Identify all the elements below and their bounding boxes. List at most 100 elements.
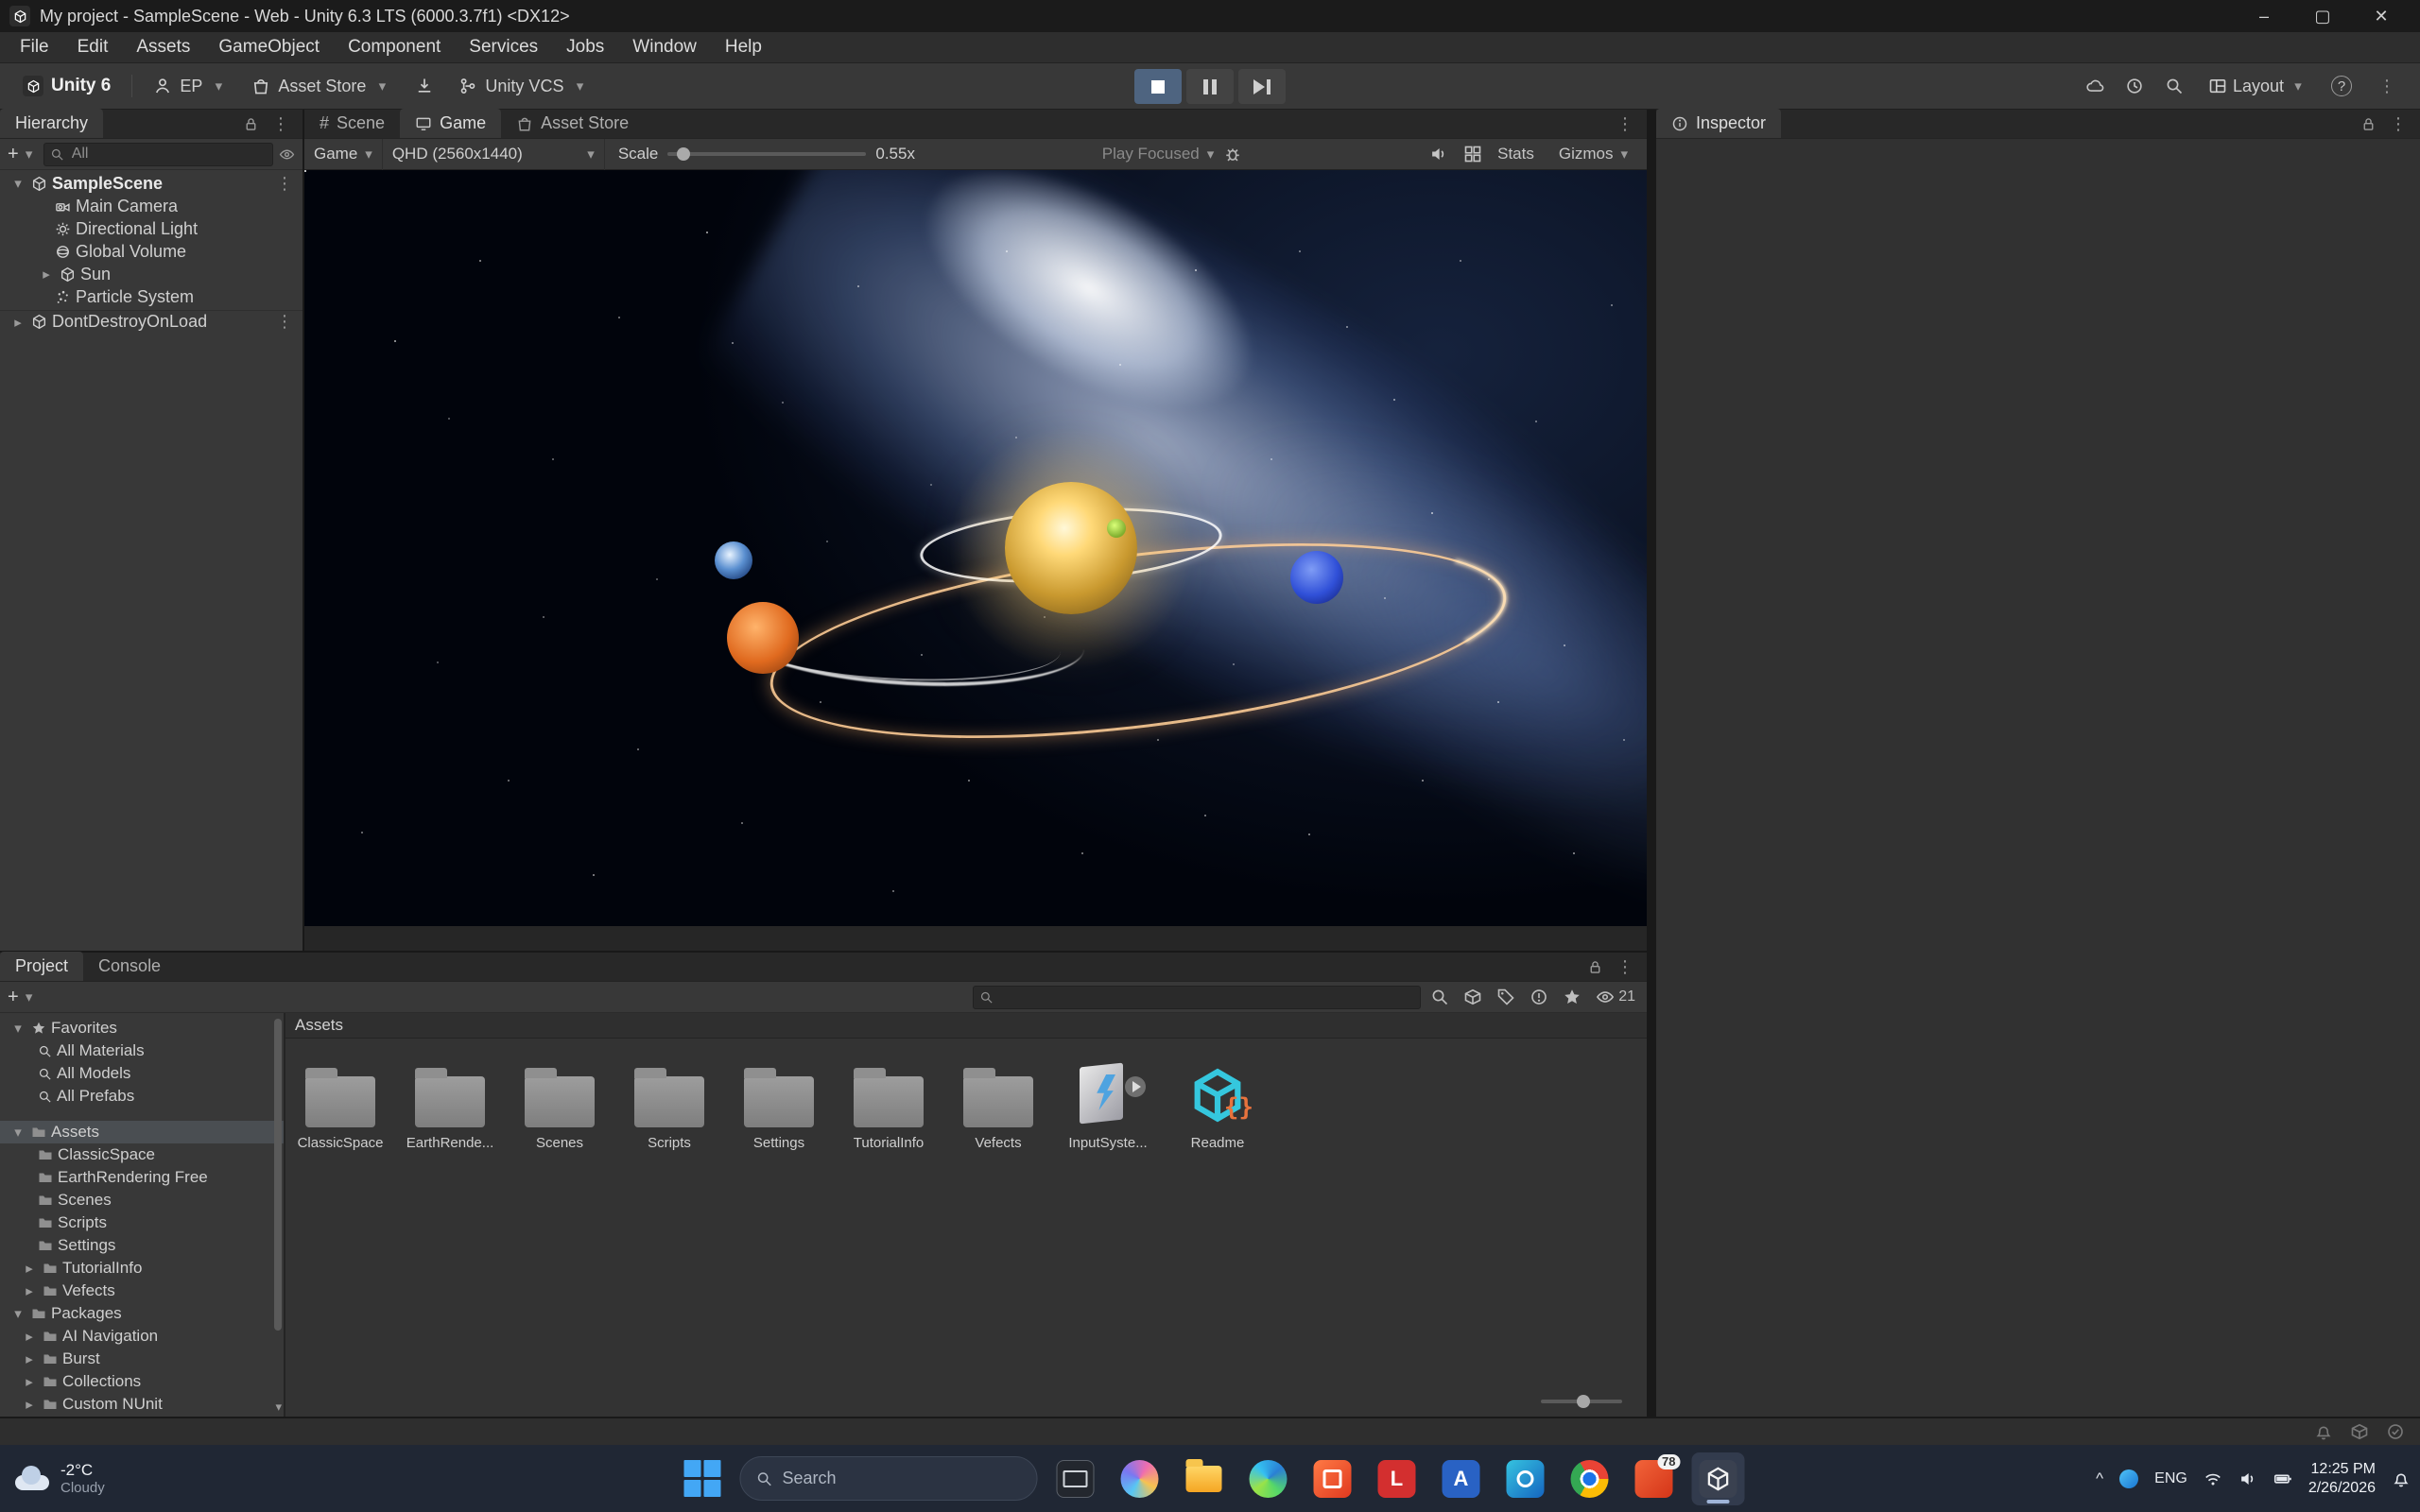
menu-jobs[interactable]: Jobs [552,32,618,62]
tree-package-ai-navigation[interactable]: ▸ AI Navigation [0,1325,284,1348]
menu-assets[interactable]: Assets [122,32,204,62]
alert-icon[interactable] [1530,988,1548,1006]
play-focused-dropdown[interactable]: Play Focused▾ [1093,139,1224,170]
asset-folder-tutorialinfo[interactable]: TutorialInfo [851,1063,926,1151]
tree-package-burst[interactable]: ▸ Burst [0,1348,284,1370]
hierarchy-item-particle-system[interactable]: Particle System [0,285,302,308]
project-add-button[interactable]: +▾ [8,987,38,1008]
language-indicator[interactable]: ENG [2154,1470,2187,1487]
battery-icon[interactable] [2273,1469,2292,1488]
tree-assets-root[interactable]: ▾ Assets [0,1121,284,1143]
tab-console[interactable]: Console [83,952,176,981]
cloud-icon[interactable] [2085,77,2104,95]
asset-readme[interactable]: {} Readme [1180,1063,1255,1151]
hidden-packages-toggle[interactable]: 21 [1596,988,1635,1006]
tab-scene[interactable]: # Scene [304,109,400,138]
import-button[interactable] [406,69,443,103]
asset-store-dropdown[interactable]: Asset Store▾ [242,69,400,103]
taskbar-search[interactable]: Search [740,1456,1038,1501]
hierarchy-more-icon[interactable]: ⋮ [267,114,295,134]
tree-folder-earthrendering[interactable]: EarthRendering Free [0,1166,284,1189]
hierarchy-item-global-volume[interactable]: Global Volume [0,240,302,263]
notifications-muted-icon[interactable] [2314,1422,2333,1441]
hierarchy-search-input[interactable] [70,145,267,163]
tray-app-icon[interactable] [2119,1469,2138,1488]
start-button[interactable] [676,1452,729,1505]
game-viewport[interactable] [304,170,1647,926]
asset-folder-scripts[interactable]: Scripts [631,1063,707,1151]
icon-size-slider[interactable] [1541,1400,1622,1403]
pause-button[interactable] [1186,69,1234,104]
tree-package-collections[interactable]: ▸ Collections [0,1370,284,1393]
tree-scrollbar[interactable] [274,1019,282,1331]
scene-more-icon[interactable]: ⋮ [270,174,299,194]
layout-dropdown[interactable]: Layout▾ [2204,69,2310,103]
menu-window[interactable]: Window [618,32,711,62]
open-search-window-icon[interactable] [1430,988,1449,1006]
notifications-icon[interactable] [2392,1469,2411,1488]
taskbar-unity[interactable] [1692,1452,1745,1505]
asset-folder-classicspace[interactable]: ClassicSpace [302,1063,378,1151]
hierarchy-item-main-camera[interactable]: Main Camera [0,195,302,217]
project-more-icon[interactable]: ⋮ [1611,957,1639,977]
close-button[interactable]: ✕ [2352,0,2411,32]
hierarchy-item-directional-light[interactable]: Directional Light [0,217,302,240]
menu-file[interactable]: File [6,32,63,62]
account-dropdown[interactable]: EP▾ [144,69,236,103]
taskbar-badge-app[interactable]: 78 [1628,1452,1681,1505]
asset-inputsystem[interactable]: InputSyste... [1070,1063,1146,1151]
project-search[interactable] [973,986,1421,1009]
toolbar-more-icon[interactable]: ⋮ [2373,77,2401,96]
hierarchy-add-button[interactable]: +▾ [8,144,38,165]
hierarchy-item-sun[interactable]: ▸ Sun [0,263,302,285]
dontdestroyonload-row[interactable]: ▸ DontDestroyOnLoad ⋮ [0,310,302,333]
help-icon[interactable]: ? [2331,76,2352,96]
package-filter-icon[interactable] [1463,988,1482,1006]
hierarchy-search[interactable] [43,143,273,166]
hidden-icons-chevron[interactable]: ^ [2096,1469,2103,1488]
label-filter-icon[interactable] [1496,988,1515,1006]
taskbar-red-app[interactable]: L [1371,1452,1424,1505]
favorite-all-materials[interactable]: All Materials [0,1040,284,1062]
tree-folder-scenes[interactable]: Scenes [0,1189,284,1211]
tree-folder-classicspace[interactable]: ClassicSpace [0,1143,284,1166]
tree-folder-settings[interactable]: Settings [0,1234,284,1257]
asset-folder-scenes[interactable]: Scenes [522,1063,597,1151]
inspector-more-icon[interactable]: ⋮ [2384,114,2412,134]
maximize-button[interactable]: ▢ [2293,0,2352,32]
dontdestroy-more-icon[interactable]: ⋮ [270,312,299,332]
mute-audio-icon[interactable] [1429,145,1448,163]
menu-edit[interactable]: Edit [63,32,123,62]
game-more-icon[interactable]: ⋮ [1611,114,1639,134]
tab-hierarchy[interactable]: Hierarchy [0,109,103,138]
taskbar-file-explorer[interactable] [1178,1452,1231,1505]
asset-folder-earthrendering[interactable]: EarthRende... [412,1063,488,1151]
tree-packages-root[interactable]: ▾ Packages [0,1302,284,1325]
asset-folder-vefects[interactable]: Vefects [960,1063,1036,1151]
taskbar-chrome[interactable] [1564,1452,1616,1505]
debug-icon[interactable] [1223,145,1242,163]
taskbar-edge[interactable] [1242,1452,1295,1505]
clock[interactable]: 12:25 PM 2/26/2026 [2308,1460,2376,1496]
project-search-input[interactable] [999,988,1414,1006]
taskbar-blue-app[interactable]: A [1435,1452,1488,1505]
gizmos-dropdown[interactable]: Gizmos▾ [1549,139,1637,170]
favorite-search-icon[interactable] [1563,988,1582,1006]
taskbar-store[interactable] [1306,1452,1359,1505]
scene-row[interactable]: ▾ SampleScene ⋮ [0,172,302,195]
menu-services[interactable]: Services [455,32,552,62]
package-status-icon[interactable] [2350,1422,2369,1441]
minimize-button[interactable]: – [2235,0,2293,32]
stats-button[interactable]: Stats [1497,145,1534,163]
taskbar-teal-app[interactable] [1499,1452,1552,1505]
menu-component[interactable]: Component [334,32,455,62]
menu-gameobject[interactable]: GameObject [204,32,334,62]
play-button[interactable] [1134,69,1182,104]
favorite-all-models[interactable]: All Models [0,1062,284,1085]
menu-help[interactable]: Help [711,32,776,62]
tree-folder-scripts[interactable]: Scripts [0,1211,284,1234]
display-dropdown[interactable]: Game▾ [304,139,383,170]
asset-folder-settings[interactable]: Settings [741,1063,817,1151]
tab-project[interactable]: Project [0,952,83,981]
search-icon[interactable] [2165,77,2184,95]
